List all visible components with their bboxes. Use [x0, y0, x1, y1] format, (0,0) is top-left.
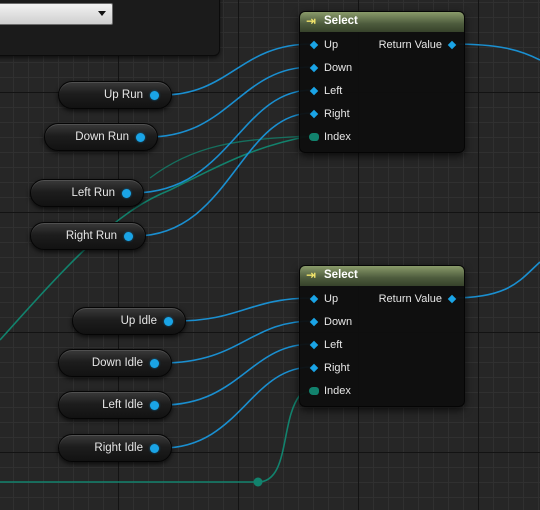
object-input-pin[interactable]: [309, 363, 319, 373]
object-input-pin[interactable]: [309, 340, 319, 350]
select-node-title: Select: [324, 269, 358, 281]
chevron-down-icon: [98, 11, 106, 16]
object-output-pin[interactable]: [447, 294, 457, 304]
variable-node-up-idle[interactable]: Up Idle: [72, 307, 186, 335]
enum-node-partial[interactable]: [0, 0, 220, 56]
select-node-run[interactable]: ⇥ Select Up Down Left Right Index Return…: [299, 11, 465, 153]
pin-label: Down: [324, 62, 353, 74]
pin-label: Return Value: [378, 39, 442, 51]
object-output-pin[interactable]: [150, 359, 159, 368]
object-output-pin[interactable]: [150, 444, 159, 453]
object-input-pin[interactable]: [309, 294, 319, 304]
object-output-pin[interactable]: [124, 232, 133, 241]
variable-label: Up Run: [104, 89, 143, 101]
variable-label: Right Run: [65, 230, 117, 242]
enum-dropdown[interactable]: [0, 3, 113, 25]
index-input-pin[interactable]: [309, 387, 319, 395]
output-pin-return-value[interactable]: Return Value: [344, 39, 464, 55]
variable-label: Down Idle: [91, 357, 143, 369]
variable-node-left-run[interactable]: Left Run: [30, 179, 144, 207]
variable-node-right-idle[interactable]: Right Idle: [58, 434, 172, 462]
object-input-pin[interactable]: [309, 317, 319, 327]
object-input-pin[interactable]: [309, 63, 319, 73]
variable-label: Left Idle: [102, 399, 143, 411]
reroute-knot: [253, 477, 263, 487]
variable-node-down-idle[interactable]: Down Idle: [58, 349, 172, 377]
select-function-icon: ⇥: [306, 14, 317, 28]
object-output-pin[interactable]: [150, 91, 159, 100]
variable-node-down-run[interactable]: Down Run: [44, 123, 158, 151]
pin-label: Up: [324, 293, 339, 305]
pin-label: Up: [324, 39, 339, 51]
variable-node-right-run[interactable]: Right Run: [30, 222, 146, 250]
variable-label: Left Run: [71, 187, 115, 199]
object-input-pin[interactable]: [309, 40, 319, 50]
select-node-title: Select: [324, 15, 358, 27]
variable-label: Up Idle: [120, 315, 157, 327]
select-node-idle[interactable]: ⇥ Select Up Down Left Right Index Return…: [299, 265, 465, 407]
object-output-pin[interactable]: [447, 40, 457, 50]
select-function-icon: ⇥: [306, 268, 317, 282]
variable-label: Right Idle: [94, 442, 143, 454]
pin-label: Return Value: [378, 293, 442, 305]
object-output-pin[interactable]: [164, 317, 173, 326]
pin-label: Left: [324, 85, 343, 97]
pin-label: Down: [324, 316, 353, 328]
blueprint-graph-canvas[interactable]: Up Run Down Run Left Run Right Run Up Id…: [0, 0, 540, 510]
pin-label: Right: [324, 362, 350, 374]
object-output-pin[interactable]: [150, 401, 159, 410]
output-pin-return-value[interactable]: Return Value: [344, 293, 464, 309]
object-input-pin[interactable]: [309, 109, 319, 119]
pin-label: Index: [324, 385, 351, 397]
variable-node-left-idle[interactable]: Left Idle: [58, 391, 172, 419]
index-input-pin[interactable]: [309, 133, 319, 141]
object-output-pin[interactable]: [136, 133, 145, 142]
pin-label: Left: [324, 339, 343, 351]
index-wire-1-tail: [149, 135, 306, 179]
variable-label: Down Run: [75, 131, 129, 143]
object-input-pin[interactable]: [309, 86, 319, 96]
select-node-header[interactable]: ⇥ Select: [300, 266, 464, 286]
variable-node-up-run[interactable]: Up Run: [58, 81, 172, 109]
object-output-pin[interactable]: [122, 189, 131, 198]
pin-label: Index: [324, 131, 351, 143]
select-node-header[interactable]: ⇥ Select: [300, 12, 464, 32]
pin-label: Right: [324, 108, 350, 120]
